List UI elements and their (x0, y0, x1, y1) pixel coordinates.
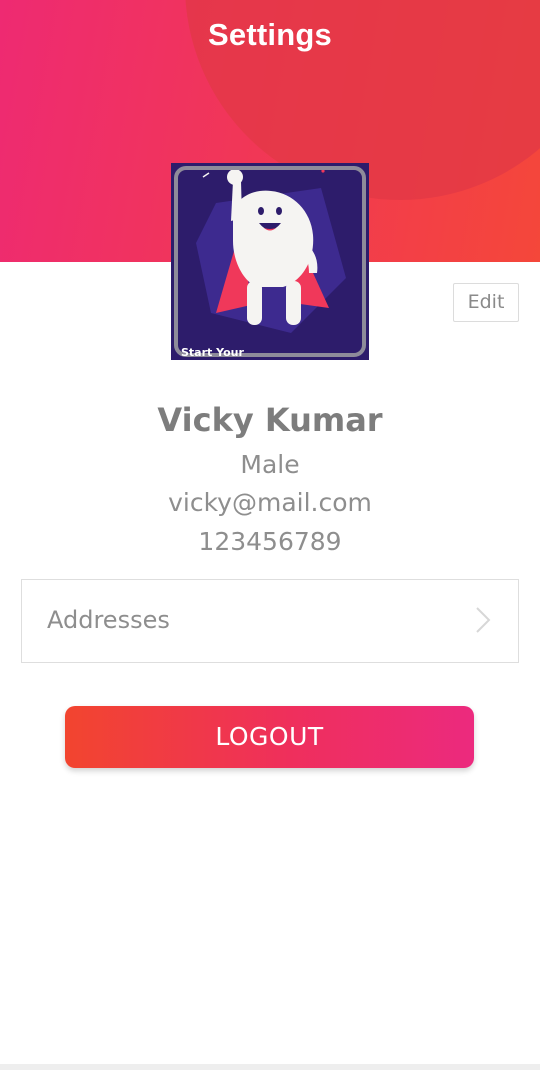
page-title: Settings (208, 17, 332, 52)
addresses-label: Addresses (47, 606, 170, 634)
avatar-frame (174, 166, 366, 357)
profile-avatar[interactable]: Start Your (171, 163, 369, 360)
bottom-divider (0, 1064, 540, 1070)
user-email: vicky@mail.com (168, 488, 372, 517)
user-gender: Male (240, 450, 300, 479)
logout-button[interactable]: LOGOUT (65, 706, 474, 768)
chevron-right-icon (476, 607, 491, 633)
user-phone: 123456789 (198, 527, 342, 556)
edit-profile-button[interactable]: Edit (453, 283, 519, 322)
user-name: Vicky Kumar (157, 401, 383, 439)
addresses-row[interactable]: Addresses (21, 579, 519, 663)
avatar-caption: Start Your (181, 346, 244, 359)
